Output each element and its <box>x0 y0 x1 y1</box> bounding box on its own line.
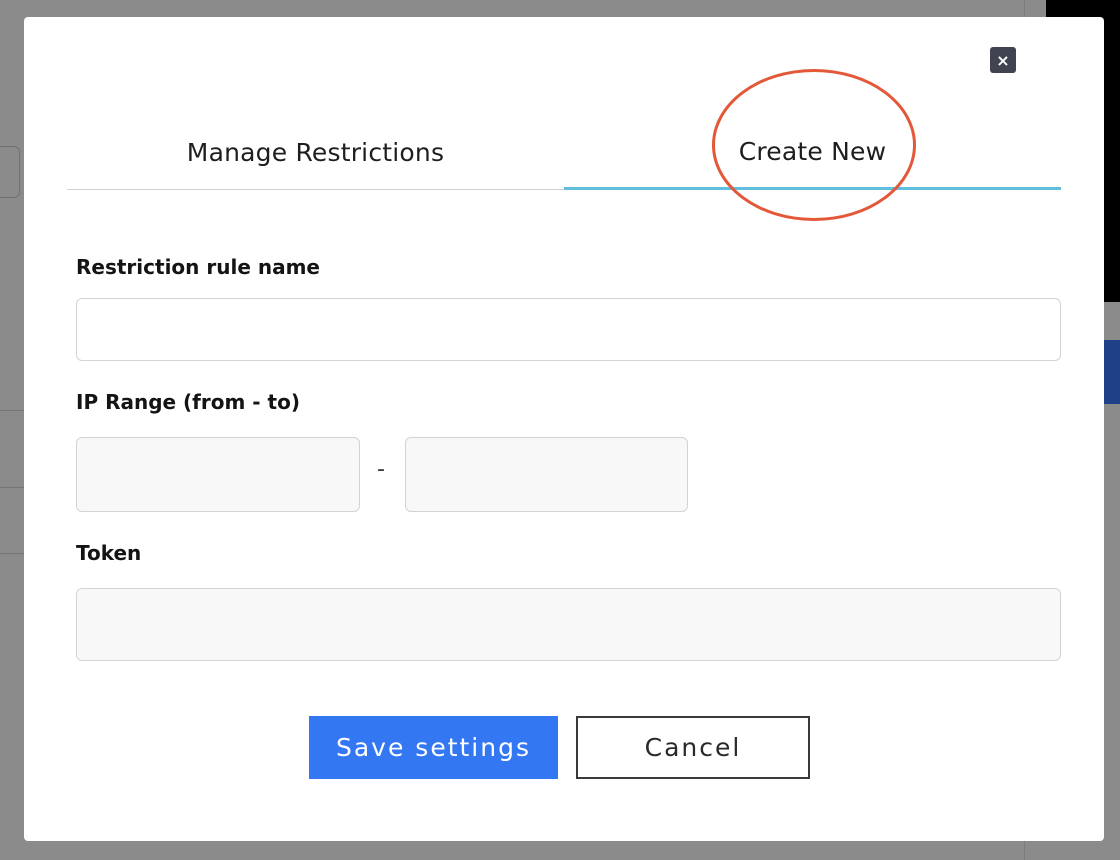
tab-label: Manage Restrictions <box>186 137 445 167</box>
background-line <box>0 487 24 488</box>
tab-bar: Manage Restrictions Create New <box>67 115 1061 190</box>
background-button <box>1104 340 1120 404</box>
background-chip <box>0 146 20 198</box>
token-input[interactable] <box>76 588 1061 661</box>
ip-to-input[interactable] <box>405 437 688 512</box>
cancel-button[interactable]: Cancel <box>576 716 810 779</box>
save-settings-button[interactable]: Save settings <box>309 716 558 779</box>
tab-manage-restrictions[interactable]: Manage Restrictions <box>67 115 564 190</box>
tab-create-new[interactable]: Create New <box>564 115 1061 190</box>
token-label: Token <box>76 541 142 565</box>
tab-label: Create New <box>738 136 887 166</box>
close-button[interactable]: × <box>990 47 1016 73</box>
rule-name-input[interactable] <box>76 298 1061 361</box>
ip-range-separator: - <box>377 457 385 482</box>
background-line <box>0 410 24 411</box>
ip-from-input[interactable] <box>76 437 360 512</box>
rule-name-label: Restriction rule name <box>76 255 320 279</box>
ip-range-label: IP Range (from - to) <box>76 390 300 414</box>
close-icon[interactable]: × <box>996 51 1009 70</box>
create-restriction-modal: × Manage Restrictions Create New Restric… <box>24 17 1104 841</box>
background-line <box>0 553 24 554</box>
